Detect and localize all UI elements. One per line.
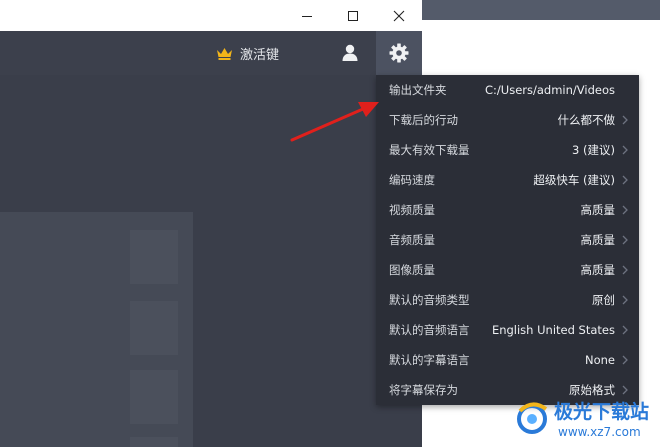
gear-icon [389, 43, 409, 63]
chevron-right-icon [622, 265, 628, 275]
placeholder-block [130, 301, 178, 355]
settings-item-label: 默认的音频语言 [389, 323, 470, 337]
placeholder-block [130, 370, 178, 424]
settings-item-label: 最大有效下载量 [389, 143, 470, 157]
user-icon [342, 44, 358, 61]
settings-menu: 输出文件夹 C:/Users/admin/Videos 下载后的行动 什么都不做最大有… [376, 75, 639, 405]
maximize-button[interactable] [330, 0, 376, 31]
settings-menu-item[interactable]: 图像质量 高质量 [376, 255, 639, 285]
window-titlebar [0, 0, 422, 31]
chevron-right-icon [622, 205, 628, 215]
settings-menu-item[interactable]: 音频质量 高质量 [376, 225, 639, 255]
settings-menu-item[interactable]: 视频质量 高质量 [376, 195, 639, 225]
settings-menu-item[interactable]: 默认的音频类型 原创 [376, 285, 639, 315]
minimize-button[interactable] [284, 0, 330, 31]
watermark: 极光下载站 www.xz7.com [510, 395, 660, 447]
chevron-right-icon [622, 325, 628, 335]
settings-item-label: 默认的音频类型 [389, 293, 470, 307]
content-area [0, 75, 422, 447]
settings-item-label: 图像质量 [389, 263, 435, 277]
settings-item-value: English United States [491, 323, 615, 337]
watermark-url: www.xz7.com [558, 425, 641, 439]
settings-menu-item[interactable]: 输出文件夹 C:/Users/admin/Videos [376, 75, 639, 105]
app-toolbar: 激活键 [0, 31, 422, 75]
placeholder-block [130, 437, 178, 447]
settings-item-label: 输出文件夹 [389, 83, 447, 97]
settings-item-label: 编码速度 [389, 173, 435, 187]
minimize-icon [302, 15, 312, 17]
settings-item-label: 视频质量 [389, 203, 435, 217]
app-window: 激活键 [0, 0, 422, 447]
settings-menu-item[interactable]: 下载后的行动 什么都不做 [376, 105, 639, 135]
settings-item-value: 原创 [592, 293, 615, 307]
settings-item-label: 将字幕保存为 [389, 383, 458, 397]
settings-item-value: 超级快车 (建议) [533, 173, 615, 187]
settings-item-value: 什么都不做 [557, 113, 616, 127]
settings-item-value: C:/Users/admin/Videos [485, 83, 615, 97]
chevron-right-icon [622, 145, 628, 155]
crown-icon [216, 47, 233, 60]
user-account-button[interactable] [340, 43, 360, 63]
settings-item-value: 高质量 [580, 263, 616, 277]
settings-item-label: 音频质量 [389, 233, 435, 247]
settings-item-value: 高质量 [580, 233, 616, 247]
settings-menu-item[interactable]: 默认的字幕语言 None [376, 345, 639, 375]
chevron-right-icon [622, 175, 628, 185]
watermark-text: 极光下载站 [554, 401, 650, 423]
settings-item-value: 高质量 [580, 203, 616, 217]
settings-menu-item[interactable]: 编码速度 超级快车 (建议) [376, 165, 639, 195]
settings-item-label: 下载后的行动 [389, 113, 458, 127]
settings-item-value: 3 (建议) [572, 143, 615, 157]
settings-item-value: None [584, 353, 615, 367]
activation-key-button[interactable]: 激活键 [216, 31, 279, 75]
chevron-right-icon [622, 235, 628, 245]
close-icon [393, 10, 405, 21]
watermark-logo [517, 402, 548, 434]
settings-menu-item[interactable]: 默认的音频语言 English United States [376, 315, 639, 345]
settings-item-label: 默认的字幕语言 [389, 353, 470, 367]
settings-button[interactable] [376, 31, 422, 75]
chevron-right-icon [622, 115, 628, 125]
background-app-titlebar [422, 0, 660, 20]
maximize-icon [348, 10, 358, 21]
placeholder-block [130, 230, 178, 284]
chevron-right-icon [622, 295, 628, 305]
settings-menu-item[interactable]: 最大有效下载量 3 (建议) [376, 135, 639, 165]
activation-key-label: 激活键 [240, 47, 280, 63]
close-button[interactable] [376, 0, 422, 31]
chevron-right-icon [622, 355, 628, 365]
